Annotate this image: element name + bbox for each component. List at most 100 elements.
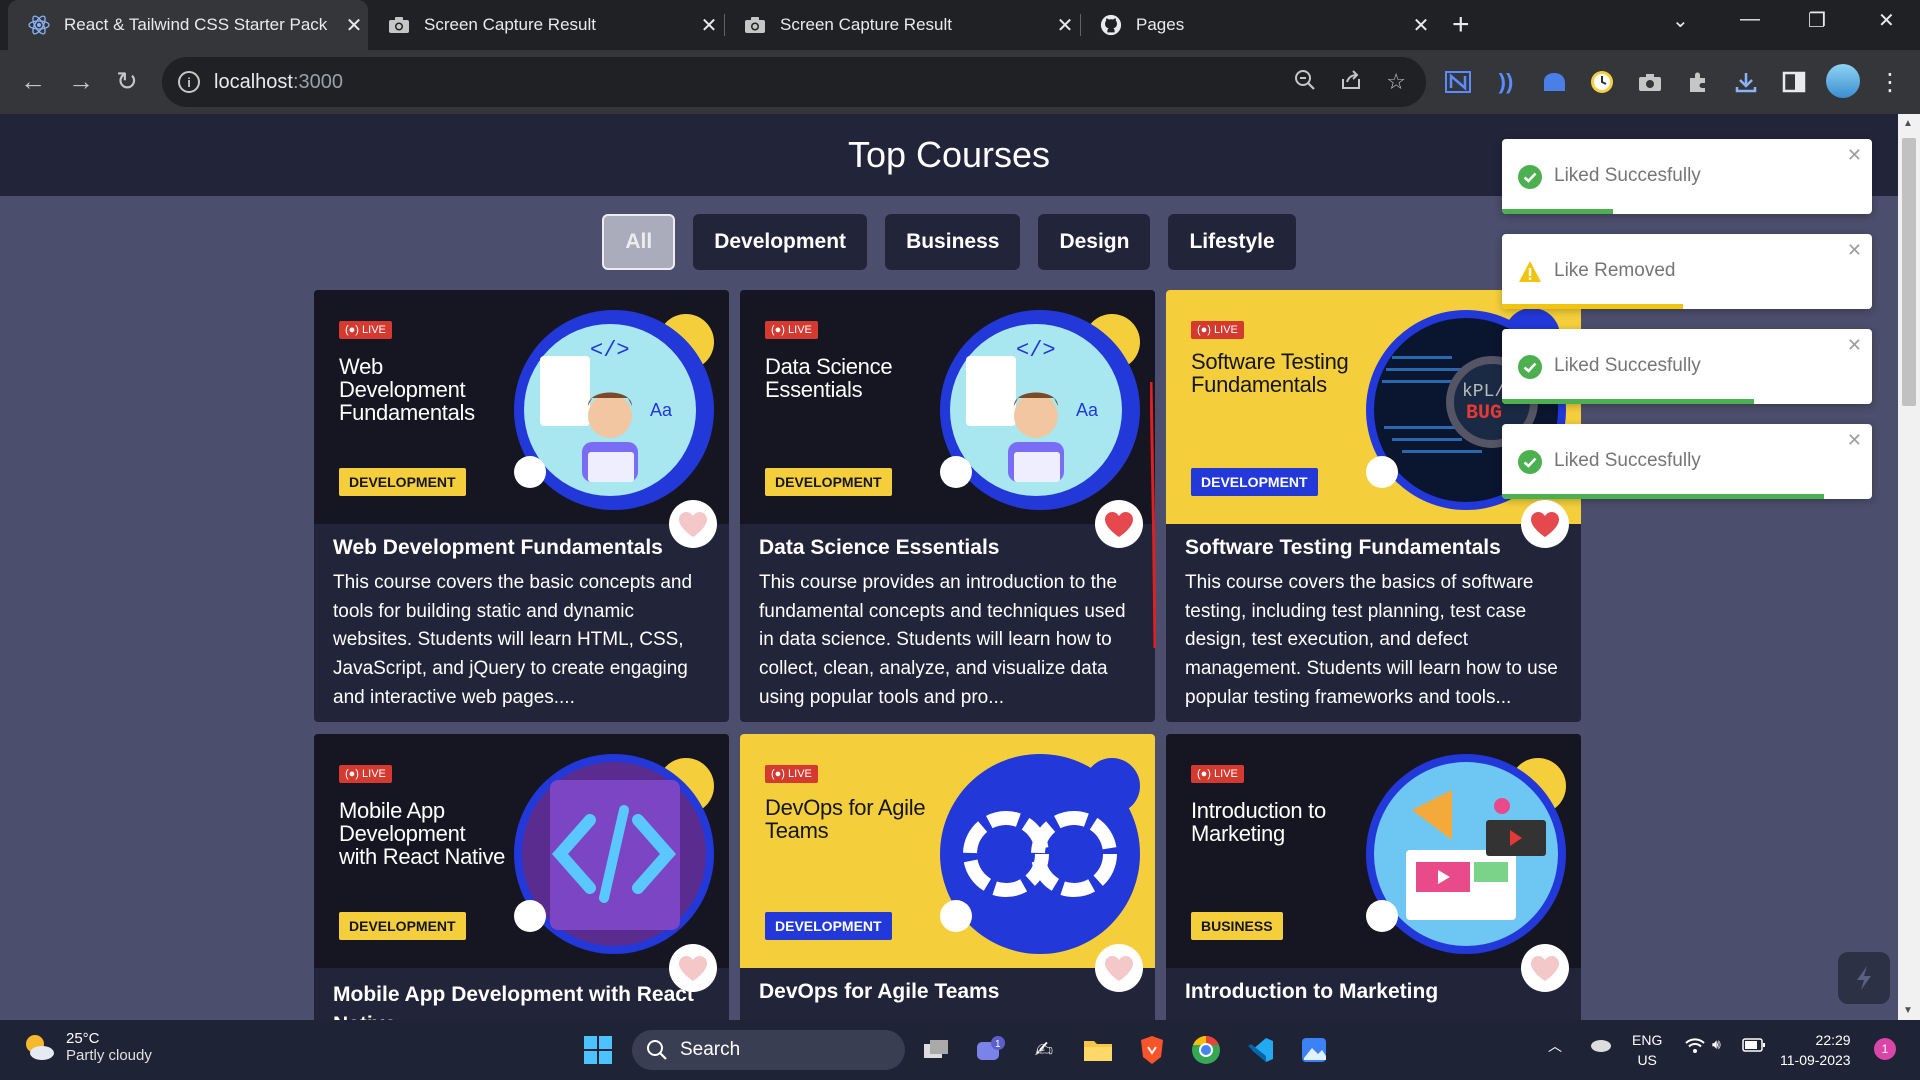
floating-action-button[interactable] (1838, 952, 1890, 1004)
like-button[interactable] (1095, 500, 1143, 548)
language-indicator[interactable]: ENG US (1632, 1030, 1662, 1070)
download-icon[interactable] (1732, 68, 1760, 96)
page-title: Top Courses (847, 134, 1051, 175)
live-label: LIVE (362, 768, 386, 780)
menu-kebab-icon[interactable]: ⋮ (1876, 68, 1904, 96)
taskbar-search[interactable]: Search (632, 1030, 905, 1070)
like-button[interactable] (669, 500, 717, 548)
github-icon (1100, 14, 1122, 36)
toast-close-icon[interactable]: ✕ (1847, 145, 1862, 166)
filter-design[interactable]: Design (1038, 214, 1151, 270)
heart-outline-icon (1105, 955, 1133, 981)
browser-tab-title: Screen Capture Result (424, 15, 596, 34)
thumbnail-title: Web Development Fundamentals (339, 354, 475, 425)
thumbnail-title: Software Testing Fundamentals (1191, 349, 1349, 397)
svg-text:</>: </> (590, 338, 630, 363)
windows-start-icon[interactable] (580, 1032, 616, 1068)
vscode-icon[interactable] (1242, 1032, 1278, 1068)
clock-time: 22:29 (1815, 1032, 1851, 1048)
reload-icon[interactable]: ↻ (116, 66, 138, 97)
close-window-icon[interactable]: ✕ (1878, 8, 1895, 33)
volume-icon[interactable]: 🔊︎ (1712, 1036, 1721, 1053)
onedrive-icon[interactable] (1588, 1036, 1612, 1055)
extension-camera-icon[interactable] (1636, 68, 1664, 96)
minimize-icon[interactable]: — (1740, 8, 1760, 31)
tab-search-icon[interactable]: ⌄ (1672, 8, 1689, 33)
extension-wave-icon[interactable]: )) (1492, 68, 1520, 96)
browser-tab-1[interactable]: Screen Capture Result ✕ (368, 0, 723, 50)
extension-cloud-icon[interactable] (1540, 68, 1568, 96)
browser-tab-0[interactable]: React & Tailwind CSS Starter Pack ✕ (8, 0, 368, 50)
weather-temperature: 25°C (66, 1030, 100, 1047)
zoom-icon[interactable] (1294, 69, 1316, 97)
browser-tab-2[interactable]: Screen Capture Result ✕ (724, 0, 1079, 50)
search-label: Search (680, 1039, 741, 1060)
card-body: Introduction to Marketing (1166, 968, 1581, 1014)
toast-close-icon[interactable]: ✕ (1847, 335, 1862, 356)
task-view-icon[interactable] (918, 1032, 954, 1068)
card-body: DevOps for Agile Teams (740, 968, 1155, 1014)
filter-all[interactable]: All (602, 214, 676, 270)
forward-icon[interactable]: → (68, 66, 94, 97)
scroll-up-icon[interactable]: ▲ (1903, 118, 1913, 129)
success-check-icon (1518, 355, 1542, 379)
category-tag: DEVELOPMENT (339, 468, 466, 496)
page-scrollbar[interactable]: ▲ ▼ (1898, 114, 1920, 1020)
course-thumbnail: (●) LIVE DevOps for Agile Teams DEVELOPM… (740, 734, 1155, 968)
pen-app-icon[interactable]: ✍ (1026, 1032, 1062, 1068)
side-panel-icon[interactable] (1780, 68, 1808, 96)
address-bar[interactable]: i localhost:3000 ☆ (162, 57, 1426, 107)
live-label: LIVE (1214, 324, 1238, 336)
brave-browser-icon[interactable] (1134, 1032, 1170, 1068)
filter-development[interactable]: Development (693, 214, 868, 270)
course-title: Software Testing Fundamentals (1185, 536, 1501, 559)
toast-close-icon[interactable]: ✕ (1847, 240, 1862, 261)
teams-chat-icon[interactable]: 1 (972, 1032, 1008, 1068)
file-explorer-icon[interactable] (1080, 1032, 1116, 1068)
svg-text:Aa: Aa (650, 400, 673, 420)
site-info-icon[interactable]: i (178, 71, 200, 93)
like-button[interactable] (669, 944, 717, 992)
chrome-browser-icon[interactable] (1188, 1032, 1224, 1068)
weather-widget[interactable]: 25°C Partly cloudy (22, 1030, 152, 1064)
extensions-puzzle-icon[interactable] (1684, 68, 1712, 96)
filter-lifestyle[interactable]: Lifestyle (1168, 214, 1296, 270)
wifi-icon[interactable] (1684, 1036, 1706, 1057)
profile-avatar[interactable] (1826, 64, 1860, 98)
close-tab-icon[interactable]: ✕ (695, 13, 723, 38)
extension-clock-icon[interactable] (1588, 68, 1616, 96)
close-tab-icon[interactable]: ✕ (340, 13, 368, 38)
scrollbar-thumb[interactable] (1902, 138, 1916, 406)
url-text: localhost:3000 (214, 71, 343, 94)
live-label: LIVE (788, 768, 812, 780)
course-title: Introduction to Marketing (1185, 980, 1439, 1003)
like-button[interactable] (1521, 500, 1569, 548)
browser-tab-3[interactable]: Pages ✕ (1080, 0, 1435, 50)
like-button[interactable] (1521, 944, 1569, 992)
share-icon[interactable] (1340, 69, 1362, 97)
notification-badge[interactable]: 1 (1874, 1038, 1896, 1060)
close-tab-icon[interactable]: ✕ (1407, 13, 1435, 38)
restore-icon[interactable]: ❐ (1808, 8, 1826, 33)
system-clock[interactable]: 22:29 11-09-2023 (1780, 1030, 1851, 1070)
scroll-down-icon[interactable]: ▼ (1903, 1005, 1913, 1016)
heart-filled-icon (1105, 511, 1133, 537)
back-icon[interactable]: ← (20, 66, 46, 97)
extension-n-icon[interactable] (1444, 68, 1472, 96)
photos-app-icon[interactable] (1296, 1032, 1332, 1068)
course-thumbnail: (●) LIVE Introduction to Marketing BUSIN… (1166, 734, 1581, 968)
heart-outline-icon (679, 955, 707, 981)
like-button[interactable] (1095, 944, 1143, 992)
devops-infinity-illustration (940, 754, 1140, 954)
battery-icon[interactable] (1742, 1038, 1766, 1055)
region-code: US (1637, 1052, 1657, 1068)
toast-close-icon[interactable]: ✕ (1847, 430, 1862, 451)
filter-business[interactable]: Business (885, 214, 1021, 270)
svg-text:Aa: Aa (1076, 400, 1099, 420)
new-tab-button[interactable]: + (1452, 8, 1470, 42)
live-label: LIVE (1214, 768, 1238, 780)
close-tab-icon[interactable]: ✕ (1051, 13, 1079, 38)
show-hidden-icons[interactable]: ︿ (1548, 1036, 1562, 1056)
bookmark-star-icon[interactable]: ☆ (1386, 69, 1406, 97)
toast-notification: Liked Succesfully ✕ (1502, 424, 1872, 499)
